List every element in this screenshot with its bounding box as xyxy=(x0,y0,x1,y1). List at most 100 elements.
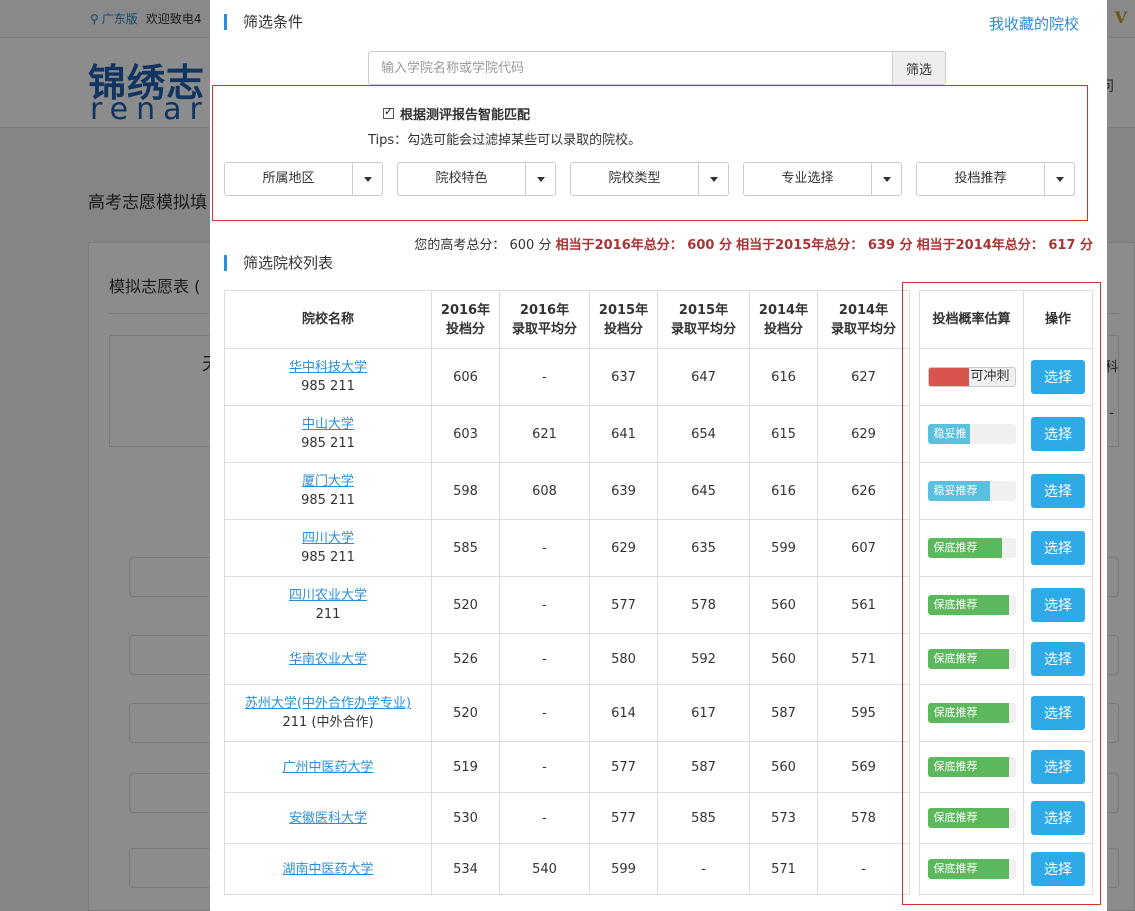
select-button[interactable]: 选择 xyxy=(1031,642,1085,676)
col-gap xyxy=(909,576,920,634)
probability-bar: 保底推荐 xyxy=(927,757,1016,777)
dropdown-school-type[interactable]: 院校类型 xyxy=(570,162,729,196)
probability-label: 保底推荐 xyxy=(933,760,978,773)
table-row: 苏州大学(中外合作办学专业) 211 (中外合作) 520-614 617 587 595… xyxy=(224,684,1093,742)
table-row: 厦门大学 985 211 598 608 639 645 616 626 稳妥推荐 选择 xyxy=(224,462,1093,520)
list-section-title: 筛选院校列表 xyxy=(224,255,333,271)
action-cell: 选择 xyxy=(1023,843,1093,895)
probability-label: 保底推荐 xyxy=(933,541,978,554)
score-2016-cutoff: 520 xyxy=(431,684,500,742)
filter-button[interactable]: 筛选 xyxy=(892,51,946,85)
probability-cell: 稳妥推荐 xyxy=(919,462,1024,520)
col-gap xyxy=(909,633,920,685)
probability-cell: 保底推荐 xyxy=(919,633,1024,685)
caret-down-icon[interactable] xyxy=(1045,163,1074,195)
col-gap xyxy=(909,348,920,406)
select-button[interactable]: 选择 xyxy=(1031,417,1085,451)
school-name-link[interactable]: 苏州大学(中外合作办学专业) xyxy=(225,694,431,713)
score-2016-avg: - xyxy=(499,519,590,577)
score-2015-avg: 617 xyxy=(657,684,750,742)
select-button[interactable]: 选择 xyxy=(1031,852,1085,886)
score-2016-cutoff: 530 xyxy=(431,792,500,844)
school-cell: 安徽医科大学 xyxy=(224,792,432,844)
caret-down-icon[interactable] xyxy=(526,163,555,195)
score-2014-avg: 607 xyxy=(817,519,910,577)
probability-bar: 保底推荐 xyxy=(927,859,1016,879)
col-header-2015-cutoff: 2015年 投档分 xyxy=(589,290,658,349)
score-2016-cutoff: 526 xyxy=(431,633,500,685)
school-name-link[interactable]: 湖南中医药大学 xyxy=(225,860,431,879)
dropdown-region[interactable]: 所属地区 xyxy=(224,162,383,196)
col-gap xyxy=(909,741,920,793)
search-bar: 筛选 xyxy=(368,51,946,85)
tips-text: Tips：勾选可能会过滤掉某些可以录取的院校。 xyxy=(368,133,642,148)
school-cell: 湖南中医药大学 xyxy=(224,843,432,895)
score-2014-avg: 561 xyxy=(817,576,910,634)
select-button[interactable]: 选择 xyxy=(1031,588,1085,622)
select-button[interactable]: 选择 xyxy=(1031,750,1085,784)
probability-cell: 保底推荐 xyxy=(919,576,1024,634)
school-name-link[interactable]: 中山大学 xyxy=(225,415,431,434)
score-2015-cutoff: 577 xyxy=(589,741,658,793)
caret-down-icon[interactable] xyxy=(699,163,728,195)
select-button[interactable]: 选择 xyxy=(1031,801,1085,835)
total-score: 600 分 xyxy=(509,238,552,253)
school-name-link[interactable]: 四川农业大学 xyxy=(225,586,431,605)
probability-cell: 保底推荐 xyxy=(919,843,1024,895)
school-name-link[interactable]: 四川大学 xyxy=(225,529,431,548)
schools-table: 院校名称 2016年 投档分 2016年 录取平均分 2015年 投档分 2015年录… xyxy=(224,290,1093,895)
dropdown-school-feature[interactable]: 院校特色 xyxy=(397,162,556,196)
search-input[interactable] xyxy=(368,51,892,85)
select-button[interactable]: 选择 xyxy=(1031,474,1085,508)
col-gap xyxy=(909,792,920,844)
smart-match-checkbox[interactable]: 根据测评报告智能匹配 xyxy=(383,104,530,123)
dropdown-major[interactable]: 专业选择 xyxy=(743,162,902,196)
school-name-link[interactable]: 安徽医科大学 xyxy=(225,809,431,828)
school-name-link[interactable]: 广州中医药大学 xyxy=(225,758,431,777)
probability-label: 保底推荐 xyxy=(933,811,978,824)
school-tag: 985 211 xyxy=(301,493,355,508)
score-2014-cutoff: 587 xyxy=(749,684,818,742)
probability-cell: 保底推荐 xyxy=(919,684,1024,742)
school-cell: 华中科技大学 985 211 xyxy=(224,348,432,406)
school-cell: 四川大学 985 211 xyxy=(224,519,432,577)
table-row: 安徽医科大学 530-577 585 573 578 保底推荐 选择 xyxy=(224,792,1093,844)
filter-options-box: 根据测评报告智能匹配 Tips：勾选可能会过滤掉某些可以录取的院校。 所属地区 … xyxy=(212,85,1088,221)
caret-down-icon[interactable] xyxy=(353,163,382,195)
score-2014-cutoff: 599 xyxy=(749,519,818,577)
probability-cell: 稳妥推 xyxy=(919,405,1024,463)
score-2015-cutoff: 614 xyxy=(589,684,658,742)
probability-label: 保底推荐 xyxy=(933,652,978,665)
probability-label: 稳妥推 xyxy=(933,427,967,440)
score-2014-avg: 571 xyxy=(817,633,910,685)
select-button[interactable]: 选择 xyxy=(1031,696,1085,730)
caret-down-icon[interactable] xyxy=(872,163,901,195)
score-2015-cutoff: 577 xyxy=(589,576,658,634)
table-header-row: 院校名称 2016年 投档分 2016年 录取平均分 2015年 投档分 2015年录… xyxy=(224,290,1093,349)
school-cell: 厦门大学 985 211 xyxy=(224,462,432,520)
school-name-link[interactable]: 厦门大学 xyxy=(225,472,431,491)
score-2014-cutoff: 616 xyxy=(749,462,818,520)
score-2015-avg: 635 xyxy=(657,519,750,577)
col-header-2015-avg: 2015年 录取平均分 xyxy=(657,290,750,349)
checkbox-checked-icon[interactable] xyxy=(383,105,394,119)
score-2016-cutoff: 598 xyxy=(431,462,500,520)
col-gap xyxy=(909,405,920,463)
select-button[interactable]: 选择 xyxy=(1031,360,1085,394)
score-2014-avg: 578 xyxy=(817,792,910,844)
col-header-2014-cutoff: 2014年 投档分 xyxy=(749,290,818,349)
score-2015-cutoff: 641 xyxy=(589,405,658,463)
col-gap xyxy=(909,290,920,349)
score-2016-cutoff: 603 xyxy=(431,405,500,463)
select-button[interactable]: 选择 xyxy=(1031,531,1085,565)
dropdown-label: 院校特色 xyxy=(398,163,526,195)
score-2016-cutoff: 519 xyxy=(431,741,500,793)
score-2014-cutoff: 616 xyxy=(749,348,818,406)
favorites-link[interactable]: 我收藏的院校 xyxy=(989,13,1079,34)
score-2014-cutoff: 615 xyxy=(749,405,818,463)
dropdown-recommendation[interactable]: 投档推荐 xyxy=(916,162,1075,196)
col-header-2016-avg: 2016年 录取平均分 xyxy=(499,290,590,349)
school-name-link[interactable]: 华中科技大学 xyxy=(225,358,431,377)
col-gap xyxy=(909,843,920,895)
school-name-link[interactable]: 华南农业大学 xyxy=(225,650,431,669)
